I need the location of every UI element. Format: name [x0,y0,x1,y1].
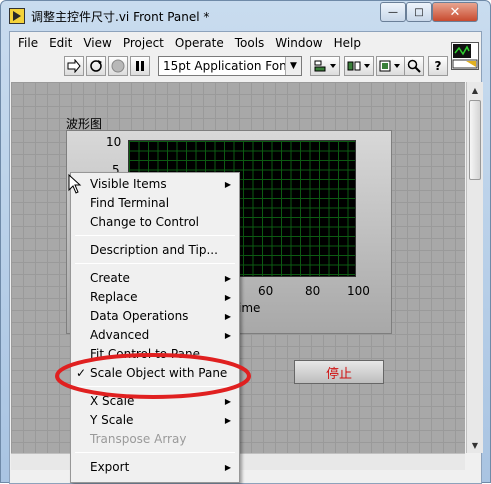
y-tick-label: 10 [106,135,122,149]
menu-item-label: Export [90,460,130,474]
maximize-button[interactable]: □ [406,2,432,22]
menu-tools[interactable]: Tools [231,36,272,50]
align-objects-button[interactable] [310,56,340,76]
menu-item-data-operations[interactable]: Data Operations ▶ [71,307,239,326]
window-title: 调整主控件尺寸.vi Front Panel * [31,10,210,24]
connector-pane-icon[interactable] [451,42,479,70]
menu-view[interactable]: View [79,36,118,50]
menu-item-export[interactable]: Export ▶ [71,458,239,477]
abort-button[interactable] [108,56,128,76]
x-tick-label: 80 [305,284,321,298]
run-arrow-icon [67,59,81,73]
vertical-scrollbar[interactable]: ▲ ▼ [466,82,483,453]
context-menu: Visible Items ▶ Find Terminal Change to C… [70,172,240,483]
search-button[interactable] [404,56,424,76]
menu-item-label: Transpose Array [90,432,187,446]
vi-connector-icon [452,44,478,69]
menu-item-label: Visible Items [90,177,167,191]
abort-stop-icon [111,59,125,73]
stop-button[interactable]: 停止 [294,360,384,384]
menu-item-label: Y Scale [90,413,134,427]
submenu-arrow-icon: ▶ [224,274,231,283]
scroll-up-icon[interactable]: ▲ [467,82,483,98]
menu-item-create[interactable]: Create ▶ [71,269,239,288]
menu-item-label: Change to Control [90,215,199,229]
menu-item-y-scale[interactable]: Y Scale ▶ [71,411,239,430]
scroll-down-icon[interactable]: ▼ [467,437,483,453]
menu-separator [75,452,235,453]
menu-item-label: Create [90,271,130,285]
menu-item-visible-items[interactable]: Visible Items ▶ [71,175,239,194]
menu-item-label: Replace [90,290,138,304]
menu-item-replace[interactable]: Replace ▶ [71,288,239,307]
menu-separator [75,263,235,264]
menu-item-advanced[interactable]: Advanced ▶ [71,326,239,345]
font-selector-value: 15pt Application Font [163,59,292,73]
menu-separator [75,235,235,236]
x-tick-label: 60 [258,284,274,298]
search-icon [407,59,421,73]
minimize-icon: — [388,6,398,18]
run-continuously-button[interactable] [86,56,106,76]
title-bar[interactable]: 调整主控件尺寸.vi Front Panel * — □ ✕ [1,1,490,31]
pause-icon [136,61,144,71]
submenu-arrow-icon: ▶ [224,293,231,302]
resize-objects-icon [379,60,400,72]
menu-item-label: Find Terminal [90,196,170,210]
menu-item-description-and-tip[interactable]: Description and Tip... [71,241,239,260]
vertical-scroll-thumb[interactable] [469,100,481,180]
menu-item-find-terminal[interactable]: Find Terminal [71,194,239,213]
menu-bar: File Edit View Project Operate Tools Win… [10,32,481,54]
chevron-down-icon: ▼ [285,57,301,75]
resize-objects-button[interactable] [376,56,406,76]
distribute-objects-icon [347,61,370,71]
help-button[interactable]: ? [428,56,448,76]
menu-help[interactable]: Help [330,36,368,50]
pause-button[interactable] [130,56,150,76]
submenu-arrow-icon: ▶ [224,312,231,321]
menu-project[interactable]: Project [119,36,171,50]
close-icon: ✕ [449,4,461,20]
submenu-arrow-icon: ▶ [224,331,231,340]
align-objects-icon [314,60,336,72]
menu-item-label: Advanced [90,328,150,342]
menu-operate[interactable]: Operate [171,36,231,50]
menu-item-label: Data Operations [90,309,189,323]
menu-window[interactable]: Window [271,36,329,50]
help-icon: ? [434,59,442,73]
distribute-objects-button[interactable] [344,56,374,76]
run-continuously-icon [90,60,102,72]
menu-item-label: Description and Tip... [90,243,218,257]
toolbar: 15pt Application Font ▼ ? [10,54,450,80]
submenu-arrow-icon: ▶ [224,463,231,472]
submenu-arrow-icon: ▶ [224,180,231,189]
maximize-icon: □ [414,6,424,18]
mouse-pointer-icon [68,174,82,194]
menu-item-transpose-array: Transpose Array [71,430,239,449]
labview-vi-icon [9,8,25,24]
close-button[interactable]: ✕ [432,2,478,22]
submenu-arrow-icon: ▶ [224,416,231,425]
font-selector[interactable]: 15pt Application Font ▼ [158,56,302,76]
menu-edit[interactable]: Edit [45,36,79,50]
run-button[interactable] [64,56,84,76]
menu-file[interactable]: File [14,36,45,50]
highlight-ellipse [55,353,251,399]
menu-item-change-to-control[interactable]: Change to Control [71,213,239,232]
minimize-button[interactable]: — [380,2,406,22]
stop-button-label: 停止 [325,366,352,382]
x-tick-label: 100 [347,284,370,298]
x-axis-label: ime [238,301,261,315]
